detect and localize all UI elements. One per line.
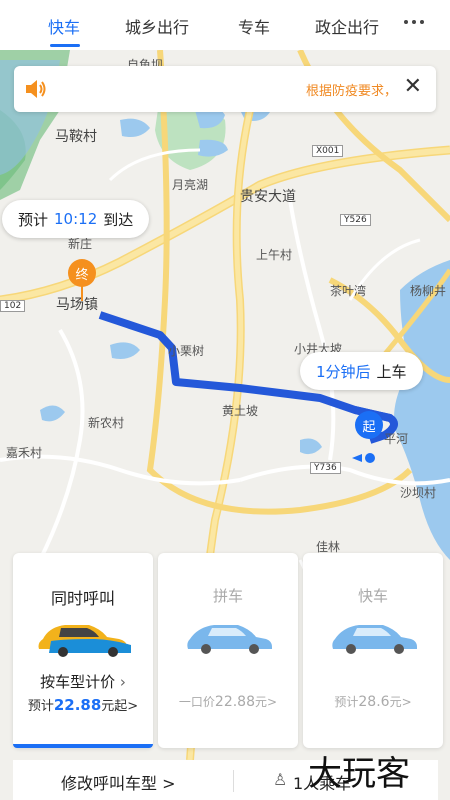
express-car-icon — [332, 625, 417, 654]
eta-prefix: 预计 — [18, 210, 49, 229]
map-label: 嘉禾村 — [6, 446, 43, 460]
tab-premier[interactable]: 专车 — [238, 14, 270, 38]
map-label: 平河 — [384, 432, 409, 446]
map-label: 黄土坡 — [222, 404, 259, 418]
selected-indicator — [13, 744, 153, 748]
map-label: 马鞍村 — [55, 129, 97, 145]
express-card[interactable]: 快车 预计28.6元> — [303, 553, 443, 748]
price-prefix: 预计 — [334, 695, 359, 709]
pricing-label: 按车型计价 — [40, 673, 116, 691]
notice-text: 根据防疫要求， — [306, 84, 398, 99]
map-label: 茶叶湾 — [330, 284, 367, 298]
call-all-price: 预计22.88元起> — [13, 695, 153, 714]
speaker-icon — [26, 80, 46, 98]
price-value: 28.6 — [358, 694, 390, 710]
watermark-text: 大玩客 — [308, 754, 410, 794]
taxi-car-icon — [38, 625, 131, 657]
price-suffix: 元> — [255, 695, 278, 709]
tab-express[interactable]: 快车 — [48, 14, 80, 38]
pickup-time: 1分钟后 — [316, 362, 371, 381]
passenger-icon: ♙ — [273, 770, 288, 789]
active-tab-indicator — [50, 44, 80, 47]
eta-suffix: 到达 — [103, 210, 134, 229]
express-title: 快车 — [357, 587, 388, 605]
map-label: 新农村 — [88, 416, 125, 430]
price-suffix: 元起> — [101, 699, 139, 714]
ride-option-cards: 同时呼叫 按车型计价 › 预计22.88元起> 拼车 一口价22.88元> 快车 — [0, 553, 450, 753]
road-code: Y526 — [340, 214, 371, 226]
road-code: Y736 — [310, 462, 341, 474]
map-label: 沙坝村 — [400, 486, 437, 500]
carpool-title: 拼车 — [212, 587, 243, 605]
modify-car-type-button[interactable]: 修改呼叫车型 > — [61, 770, 176, 794]
chevron-right-icon: › — [119, 673, 126, 691]
price-value: 22.88 — [214, 694, 256, 710]
call-all-card[interactable]: 同时呼叫 按车型计价 › 预计22.88元起> — [13, 553, 153, 748]
eta-time: 10:12 — [54, 210, 98, 228]
map-label: 马场镇 — [56, 297, 98, 313]
map-label: 杨柳井 — [410, 284, 447, 298]
price-suffix: 元> — [389, 695, 412, 709]
close-icon[interactable]: ✕ — [404, 76, 422, 98]
price-value: 22.88 — [53, 696, 102, 714]
price-prefix: 一口价 — [178, 695, 215, 709]
map-label: 贵安大道 — [240, 189, 296, 205]
divider — [233, 770, 234, 792]
carpool-price: 一口价22.88元> — [158, 693, 298, 710]
map-label: 上午村 — [256, 248, 293, 262]
pickup-suffix: 上车 — [376, 362, 407, 381]
call-all-pricing: 按车型计价 › — [13, 671, 153, 692]
top-tab-bar: 快车 城乡出行 专车 政企出行 — [0, 0, 450, 50]
pickup-bubble: 1分钟后 上车 — [300, 352, 423, 390]
destination-pin-stem — [81, 285, 83, 301]
express-price: 预计28.6元> — [303, 693, 443, 710]
carpool-car-icon — [187, 625, 272, 654]
pickup-pin[interactable]: 起 — [355, 411, 383, 439]
destination-pin[interactable]: 终 — [68, 259, 96, 287]
tab-enterprise[interactable]: 政企出行 — [315, 14, 379, 38]
road-code: 102 — [0, 300, 26, 312]
road-code: X001 — [312, 145, 344, 157]
carpool-card[interactable]: 拼车 一口价22.88元> — [158, 553, 298, 748]
price-prefix: 预计 — [27, 699, 54, 714]
map-label: 月亮湖 — [172, 178, 209, 192]
tab-rural[interactable]: 城乡出行 — [125, 14, 189, 38]
epidemic-notice-bar[interactable]: 根据防疫要求， ✕ — [14, 66, 436, 112]
more-icon[interactable] — [404, 20, 424, 24]
map-label: 小栗树 — [168, 344, 205, 358]
eta-bubble: 预计 10:12 到达 — [2, 200, 150, 238]
call-all-title: 同时呼叫 — [50, 589, 115, 608]
